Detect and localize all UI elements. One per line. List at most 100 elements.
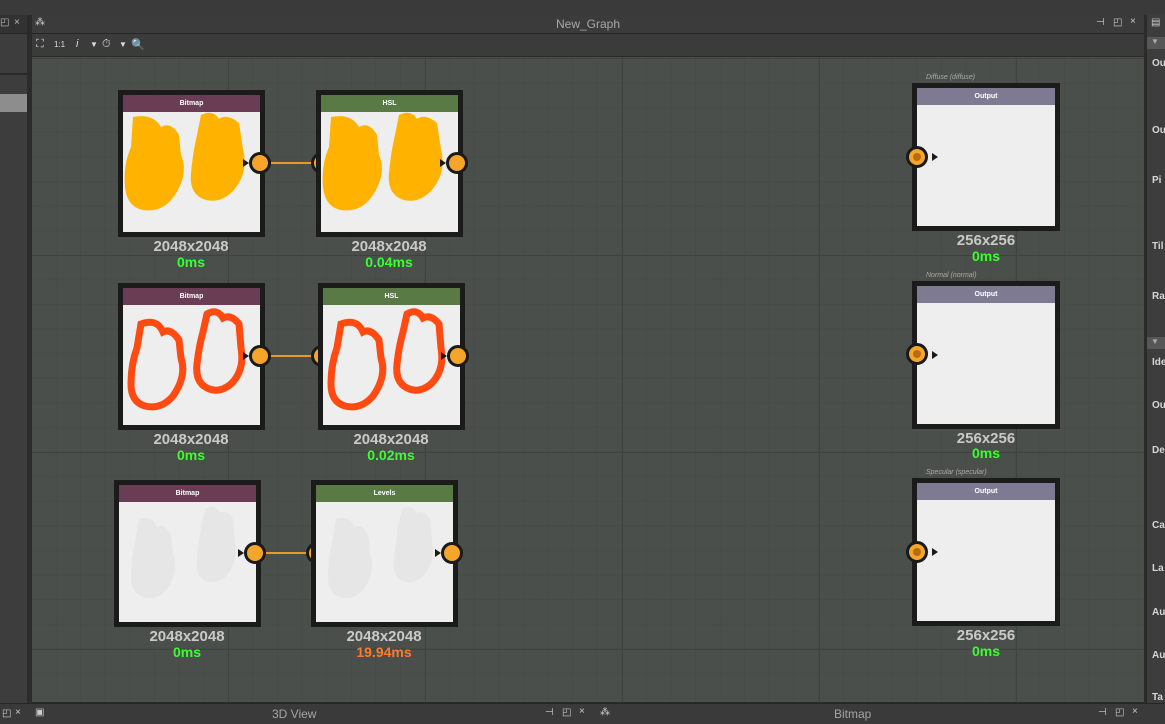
connection-wire[interactable]: [271, 162, 316, 164]
info-button[interactable]: i: [76, 38, 78, 50]
node-resolution: 2048x2048: [153, 431, 229, 448]
bitmap-icon: ⁂: [600, 707, 610, 718]
panel-title-bitmap[interactable]: Bitmap: [834, 707, 871, 721]
graph-window-titlebar: ⁂ New_Graph ⊣ ◰ ×: [32, 15, 1144, 34]
node-header: Bitmap: [123, 288, 260, 305]
close-icon[interactable]: ×: [15, 707, 21, 718]
node-header: Output: [917, 88, 1055, 105]
output-port[interactable]: [249, 152, 271, 174]
section-toggle[interactable]: [1147, 337, 1165, 349]
left-panel: ◰ ×: [0, 15, 27, 705]
output-label: Normal (normal): [926, 272, 977, 279]
fit-view-icon[interactable]: ⛶: [36, 38, 44, 51]
node-resolution: 256x256: [956, 627, 1016, 644]
properties-panel: ▤ Ou Ou Pi Til Ra Ide Ou De Ca La Au Au …: [1146, 15, 1165, 705]
cube-icon: ▣: [35, 707, 45, 718]
guitar-thumbnail: [327, 308, 446, 411]
node-time: 0ms: [172, 644, 202, 660]
guitar-thumbnail: [131, 506, 236, 598]
chevron-down-icon[interactable]: ▼: [119, 40, 127, 49]
property-label: Ou: [1152, 125, 1165, 136]
float-icon[interactable]: ◰: [0, 17, 9, 28]
property-label: Au: [1152, 650, 1165, 661]
node-resolution: 2048x2048: [353, 431, 429, 448]
node-header: HSL: [323, 288, 460, 305]
node-time: 0ms: [176, 254, 206, 270]
float-icon[interactable]: ◰: [562, 707, 571, 718]
property-label: La: [1152, 563, 1164, 574]
node-thumbnail: HSL: [321, 95, 458, 232]
property-label: Til: [1152, 241, 1164, 252]
bottom-dock: ◰ × ▣ 3D View ⊣ ◰ × ⁂ Bitmap ⊣ ◰ ×: [0, 703, 1165, 724]
property-label: Ou: [1152, 58, 1165, 69]
timer-icon[interactable]: ⏱: [102, 38, 111, 51]
zoom-icon[interactable]: 🔍: [131, 38, 145, 51]
node-header: Output: [917, 483, 1055, 500]
node-thumbnail: Bitmap: [123, 95, 260, 232]
input-port[interactable]: [906, 541, 928, 563]
guitar-thumbnail: [328, 506, 433, 598]
input-arrow-icon: [932, 351, 938, 359]
node-header: Levels: [316, 485, 453, 502]
chevron-down-icon[interactable]: ▼: [90, 40, 98, 49]
pin-icon[interactable]: ⊣: [545, 707, 554, 718]
close-icon[interactable]: ×: [14, 17, 20, 28]
connection-wire[interactable]: [266, 552, 311, 554]
property-label: Ca: [1152, 520, 1165, 531]
node-thumbnail: Bitmap: [123, 288, 260, 425]
guitar-thumbnail: [127, 308, 246, 411]
panel-title-3d-view[interactable]: 3D View: [272, 707, 316, 721]
output-port[interactable]: [249, 345, 271, 367]
document-icon[interactable]: ▤: [1151, 17, 1160, 28]
graph-title: New_Graph: [555, 17, 621, 31]
guitar-thumbnail: [124, 112, 245, 211]
output-port[interactable]: [244, 542, 266, 564]
node-resolution: 256x256: [956, 232, 1016, 249]
ratio-button[interactable]: 1:1: [54, 40, 65, 49]
node-header: Output: [917, 286, 1055, 303]
output-port[interactable]: [441, 542, 463, 564]
input-arrow-icon: [932, 548, 938, 556]
output-label: Specular (specular): [926, 469, 987, 476]
node-time: 0.02ms: [367, 447, 415, 463]
node-time: 0ms: [176, 447, 206, 463]
node-thumbnail: Bitmap: [119, 485, 256, 622]
node-resolution: 2048x2048: [351, 238, 427, 255]
pin-icon[interactable]: ⊣: [1098, 707, 1107, 718]
top-strip: [0, 0, 1165, 15]
output-label: Diffuse (diffuse): [926, 74, 976, 81]
input-port[interactable]: [906, 146, 928, 168]
node-time: 0ms: [971, 643, 1001, 659]
property-label: Au: [1152, 607, 1165, 618]
input-arrow-icon: [932, 153, 938, 161]
node-time: 0ms: [971, 248, 1001, 264]
close-icon[interactable]: ×: [579, 706, 585, 717]
input-port[interactable]: [906, 343, 928, 365]
connection-wire[interactable]: [271, 355, 316, 357]
property-label: Ra: [1152, 291, 1165, 302]
node-time: 19.94ms: [356, 644, 412, 660]
close-icon[interactable]: ×: [1130, 16, 1136, 27]
section-toggle[interactable]: [1147, 37, 1165, 49]
node-header: HSL: [321, 95, 458, 112]
property-label: Ide: [1152, 357, 1165, 368]
property-label: Pi: [1152, 175, 1162, 186]
node-time: 0ms: [971, 445, 1001, 461]
output-port[interactable]: [446, 152, 468, 174]
close-icon[interactable]: ×: [1132, 706, 1138, 717]
node-resolution: 2048x2048: [149, 628, 225, 645]
float-icon[interactable]: ◰: [1113, 17, 1122, 28]
output-port[interactable]: [447, 345, 469, 367]
guitar-thumbnail: [322, 112, 443, 211]
graph-toolbar: ⛶ 1:1 i ▼ ⏱ ▼ 🔍: [32, 34, 1144, 57]
node-thumbnail: Levels: [316, 485, 453, 622]
pin-icon[interactable]: ⊣: [1096, 17, 1105, 28]
property-label: Ta: [1152, 692, 1163, 703]
divider: [0, 73, 27, 75]
float-icon[interactable]: ◰: [2, 708, 11, 719]
left-panel-header: ◰ ×: [0, 15, 27, 34]
node-time: 0.04ms: [365, 254, 413, 270]
property-label: Ou: [1152, 400, 1165, 411]
selected-list-item[interactable]: [0, 94, 27, 112]
float-icon[interactable]: ◰: [1115, 707, 1124, 718]
